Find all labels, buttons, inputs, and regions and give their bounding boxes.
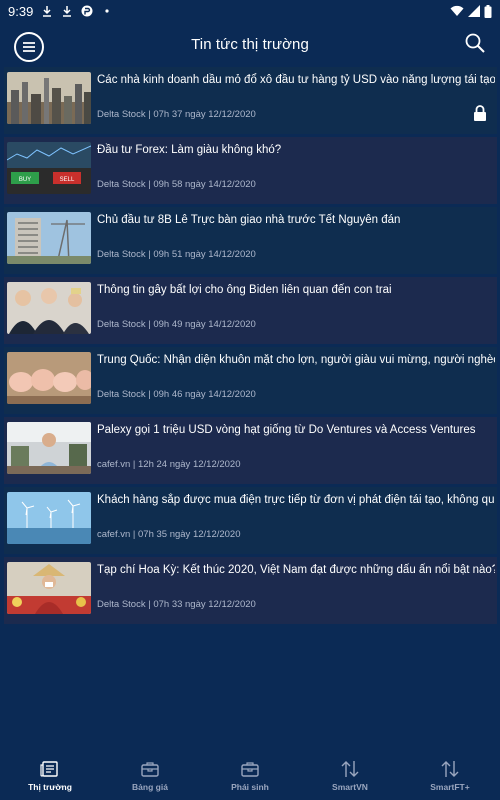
news-title: Thông tin gây bất lợi cho ông Biden liên… bbox=[97, 284, 392, 296]
news-item[interactable]: Chủ đầu tư 8B Lê Trực bàn giao nhà trước… bbox=[4, 207, 497, 274]
news-item[interactable]: Các nhà kinh doanh dầu mỏ đổ xô đầu tư h… bbox=[4, 67, 497, 134]
news-thumbnail-forex-keyboard: BUY SELL bbox=[7, 142, 91, 194]
news-meta: Delta Stock | 09h 49 ngày 14/12/2020 bbox=[97, 319, 256, 330]
download-icon bbox=[43, 6, 52, 17]
news-thumbnail-office-man bbox=[7, 422, 91, 474]
news-item[interactable]: Khách hàng sắp được mua điện trực tiếp t… bbox=[4, 487, 497, 554]
news-item[interactable]: Thông tin gây bất lợi cho ông Biden liên… bbox=[4, 277, 497, 344]
updown-arrows-icon bbox=[341, 761, 359, 777]
news-item[interactable]: Tạp chí Hoa Kỳ: Kết thúc 2020, Việt Nam … bbox=[4, 557, 497, 624]
news-meta: cafef.vn | 12h 24 ngày 12/12/2020 bbox=[97, 459, 241, 470]
app-header: Tin tức thị trường bbox=[0, 22, 500, 66]
news-title: Tạp chí Hoa Kỳ: Kết thúc 2020, Việt Nam … bbox=[97, 564, 495, 576]
menu-button[interactable] bbox=[14, 32, 44, 62]
search-icon[interactable] bbox=[464, 32, 486, 54]
news-item[interactable]: Palexy gọi 1 triệu USD vòng hạt giống từ… bbox=[4, 417, 497, 484]
news-thumbnail-city-skyline bbox=[7, 72, 91, 124]
sell-key-label: SELL bbox=[60, 177, 75, 183]
news-meta: Delta Stock | 07h 33 ngày 12/12/2020 bbox=[97, 599, 256, 610]
nav-label: Phái sinh bbox=[231, 782, 269, 792]
news-title: Khách hàng sắp được mua điện trực tiếp t… bbox=[97, 494, 495, 506]
news-title: Các nhà kinh doanh dầu mỏ đổ xô đầu tư h… bbox=[97, 74, 495, 86]
status-bar: 9:39 bbox=[0, 0, 500, 22]
news-thumbnail-wind-farm bbox=[7, 492, 91, 544]
briefcase-icon bbox=[241, 762, 259, 777]
nav-label: Thị trường bbox=[28, 782, 72, 792]
buy-key-label: BUY bbox=[19, 177, 31, 183]
signal-icon bbox=[468, 5, 480, 17]
nav-item-thi-truong[interactable]: Thị trường bbox=[0, 752, 100, 800]
wifi-icon bbox=[450, 5, 464, 16]
news-thumbnail-building bbox=[7, 212, 91, 264]
nav-label: SmartFT+ bbox=[430, 782, 470, 792]
news-thumbnail-pigs bbox=[7, 352, 91, 404]
news-thumbnail-vendor-woman bbox=[7, 562, 91, 614]
nav-item-smartft[interactable]: SmartFT+ bbox=[400, 752, 500, 800]
nav-item-phai-sinh[interactable]: Phái sinh bbox=[200, 752, 300, 800]
nav-item-bang-gia[interactable]: Bảng giá bbox=[100, 752, 200, 800]
news-title: Palexy gọi 1 triệu USD vòng hạt giống từ… bbox=[97, 424, 476, 436]
app-notification-icon bbox=[81, 5, 93, 17]
nav-label: SmartVN bbox=[332, 782, 368, 792]
news-title: Chủ đầu tư 8B Lê Trực bàn giao nhà trước… bbox=[97, 214, 401, 226]
nav-label: Bảng giá bbox=[132, 782, 168, 792]
news-title: Đầu tư Forex: Làm giàu không khó? bbox=[97, 144, 282, 156]
news-meta: cafef.vn | 07h 35 ngày 12/12/2020 bbox=[97, 529, 241, 540]
news-meta: Delta Stock | 09h 51 ngày 14/12/2020 bbox=[97, 249, 256, 260]
download-icon bbox=[63, 6, 72, 17]
lock-icon bbox=[474, 105, 486, 121]
news-thumbnail-people bbox=[7, 282, 91, 334]
status-time: 9:39 bbox=[8, 3, 34, 19]
news-list: Các nhà kinh doanh dầu mỏ đổ xô đầu tư h… bbox=[4, 67, 497, 627]
news-meta: Delta Stock | 09h 46 ngày 14/12/2020 bbox=[97, 389, 256, 400]
nav-item-smartvn[interactable]: SmartVN bbox=[300, 752, 400, 800]
news-meta: Delta Stock | 09h 58 ngày 14/12/2020 bbox=[97, 179, 256, 190]
updown-arrows-icon bbox=[441, 761, 459, 777]
news-item[interactable]: Trung Quốc: Nhận diện khuôn mặt cho lợn,… bbox=[4, 347, 497, 414]
news-title: Trung Quốc: Nhận diện khuôn mặt cho lợn,… bbox=[97, 354, 495, 366]
briefcase-icon bbox=[141, 762, 159, 777]
dot-icon bbox=[105, 9, 109, 13]
hamburger-icon bbox=[23, 42, 35, 52]
bottom-nav: Thị trường Bảng giá Phái sinh SmartVN Sm… bbox=[0, 752, 500, 800]
news-meta: Delta Stock | 07h 37 ngày 12/12/2020 bbox=[97, 109, 256, 120]
battery-icon bbox=[484, 4, 492, 18]
news-icon bbox=[40, 761, 58, 777]
page-title: Tin tức thị trường bbox=[191, 35, 309, 53]
news-item[interactable]: BUY SELL Đầu tư Forex: Làm giàu không kh… bbox=[4, 137, 497, 204]
